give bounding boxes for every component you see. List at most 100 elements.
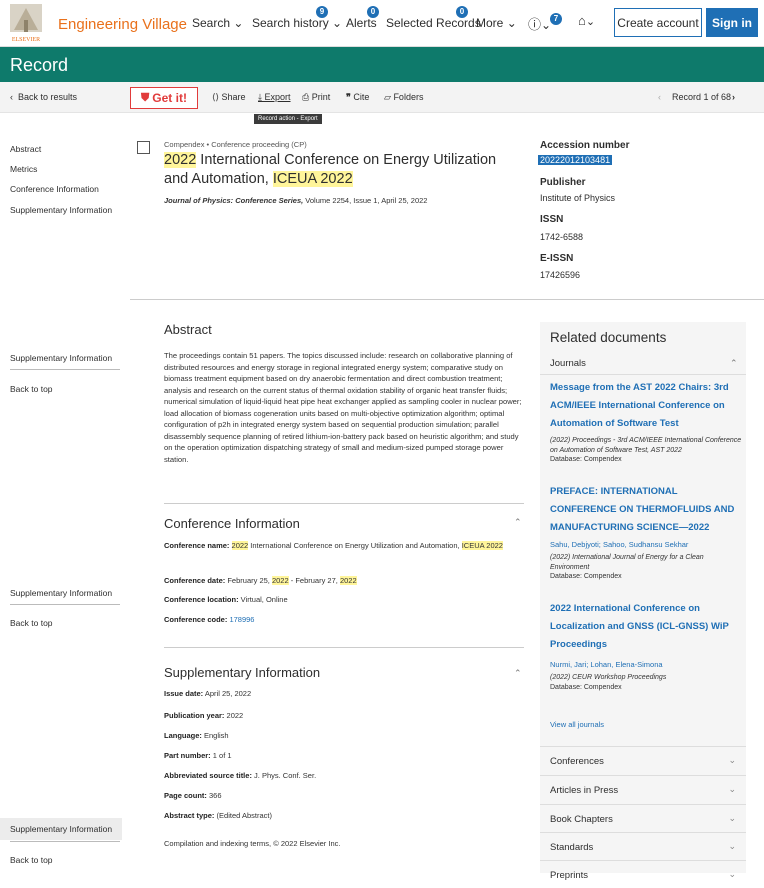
next-record-button[interactable]: › — [732, 92, 735, 102]
chevron-up-icon[interactable]: ⌃ — [514, 517, 522, 528]
conference-name-text: International Conference on Energy Utili… — [248, 541, 462, 550]
related-doc-title[interactable]: 2022 International Conference on Localiz… — [550, 600, 742, 654]
record-counter: Record 1 of 68 — [672, 92, 732, 102]
sidebar-item-supplementary-information[interactable]: Supplementary Information — [10, 205, 112, 215]
category-conferences[interactable]: Conferences ⌄ — [540, 746, 746, 774]
section-divider — [164, 647, 524, 648]
panel-divider — [540, 374, 746, 375]
conference-date-start: February 25, — [225, 576, 272, 585]
nav-search[interactable]: Search ⌄ — [192, 16, 243, 30]
supp-row-abstract-type: Abstract type: (Edited Abstract) — [164, 810, 524, 822]
conference-code-value[interactable]: 178996 — [229, 615, 254, 624]
title-highlight-acronym: ICEUA 2022 — [272, 171, 353, 187]
conference-code-field: Conference code: 178996 — [164, 614, 524, 626]
supp-value: 366 — [206, 791, 222, 800]
back-to-results-link[interactable]: ‹ Back to results — [10, 92, 77, 102]
section-divider — [130, 299, 764, 300]
cite-button[interactable]: ❞ Cite — [346, 92, 369, 103]
related-doc-info: (2022) Proceedings - 3rd ACM/IEEE Intern… — [550, 436, 744, 465]
supp-label: Issue date: — [164, 689, 204, 698]
accession-number-value[interactable]: 20222012103481 — [538, 155, 613, 165]
publisher-label: Publisher — [540, 177, 586, 188]
related-doc-authors[interactable]: Sahu, Debjyoti; Sahoo, Sudhansu Sekhar — [550, 540, 688, 549]
related-doc-db: Database: Compendex — [550, 683, 622, 691]
supp-value: English — [201, 731, 229, 740]
share-button[interactable]: ⟨⟩ Share — [212, 92, 246, 103]
related-doc-db: Database: Compendex — [550, 573, 622, 580]
sidebar-item-metrics[interactable]: Metrics — [10, 164, 37, 174]
issn-label: ISSN — [540, 214, 564, 225]
folders-button[interactable]: ▱ Folders — [384, 92, 423, 103]
svg-text:ELSEVIER: ELSEVIER — [12, 37, 40, 43]
supplementary-heading: Supplementary Information — [164, 665, 321, 680]
chevron-down-icon: ⌄ — [728, 784, 736, 794]
related-doc-title[interactable]: PREFACE: INTERNATIONAL CONFERENCE ON THE… — [550, 483, 742, 537]
print-label: Print — [311, 92, 331, 102]
brand-name[interactable]: Engineering Village — [58, 16, 187, 33]
supp-value: April 25, 2022 — [203, 689, 252, 698]
conference-location-field: Conference location: Virtual, Online — [164, 594, 524, 606]
category-preprints[interactable]: Preprints ⌄ — [540, 860, 746, 888]
back-to-top-link[interactable]: Back to top — [10, 618, 53, 628]
nav-search-history[interactable]: Search history ⌄ — [252, 16, 342, 30]
related-doc-info: (2022) CEUR Workshop Proceedings Database… — [550, 673, 744, 692]
institution-icon: ⌂ — [578, 13, 586, 28]
related-doc-source: (2022) Proceedings - 3rd ACM/IEEE Intern… — [550, 437, 742, 454]
export-button[interactable]: ⤓ Export — [258, 92, 291, 103]
supp-label: Part number: — [164, 751, 211, 760]
elsevier-logo[interactable]: ELSEVIER — [6, 2, 46, 44]
related-doc-authors[interactable]: Nurmi, Jari; Lohan, Elena-Simona — [550, 660, 663, 669]
shield-icon: ⛊ — [141, 91, 150, 104]
category-articles-in-press[interactable]: Articles in Press ⌄ — [540, 775, 746, 803]
back-to-top-link[interactable]: Back to top — [10, 855, 53, 865]
print-button[interactable]: ⎙ Print — [302, 92, 330, 103]
journals-section-toggle[interactable]: Journals — [550, 358, 586, 369]
view-all-journals-link[interactable]: View all journals — [550, 720, 604, 729]
previous-record-button[interactable]: ‹ — [658, 92, 661, 102]
page-header-bar: Record — [0, 47, 764, 82]
nav-search-label: Search — [192, 16, 231, 30]
category-label: Preprints — [550, 870, 589, 881]
related-doc-title[interactable]: Message from the AST 2022 Chairs: 3rd AC… — [550, 379, 742, 433]
sidebar-sticky-supplementary[interactable]: Supplementary Information — [10, 353, 112, 363]
nav-selected-records[interactable]: Selected Records — [386, 16, 481, 30]
category-label: Standards — [550, 842, 594, 853]
supp-label: Language: — [164, 731, 202, 740]
conference-name-hl-acronym: ICEUA 2022 — [461, 541, 503, 550]
nav-more[interactable]: More ⌄ — [476, 16, 517, 30]
sidebar-item-abstract[interactable]: Abstract — [10, 144, 41, 154]
get-it-label: Get it! — [152, 91, 187, 105]
sidebar-sticky-supplementary[interactable]: Supplementary Information — [10, 824, 112, 834]
supp-label: Abstract type: — [164, 811, 215, 820]
conference-date-hl1: 2022 — [271, 576, 289, 585]
supp-value: 2022 — [224, 711, 244, 720]
nav-alerts[interactable]: Alerts — [346, 16, 377, 30]
chevron-down-icon: ⌄ — [332, 16, 343, 30]
chevron-up-icon[interactable]: ⌃ — [514, 668, 522, 679]
supp-label: Abbreviated source title: — [164, 771, 252, 780]
sign-in-button[interactable]: Sign in — [706, 8, 758, 37]
category-standards[interactable]: Standards ⌄ — [540, 832, 746, 860]
eissn-value[interactable]: 17426596 — [540, 270, 580, 280]
share-icon: ⟨⟩ — [212, 92, 220, 102]
journal-details: Volume 2254, Issue 1, April 25, 2022 — [303, 196, 428, 205]
supp-row-part-number: Part number: 1 of 1 — [164, 750, 524, 762]
category-book-chapters[interactable]: Book Chapters ⌄ — [540, 804, 746, 832]
conference-date-end: - February 27, — [288, 576, 340, 585]
conference-name-field: Conference name: 2022 International Conf… — [164, 540, 524, 552]
get-it-button[interactable]: ⛊ Get it! — [130, 87, 198, 109]
help-menu[interactable]: ⓘ⌄ — [528, 14, 551, 33]
chevron-up-icon[interactable]: ⌃ — [730, 358, 738, 369]
chevron-left-icon: ‹ — [10, 92, 13, 102]
back-to-top-link[interactable]: Back to top — [10, 384, 53, 394]
institution-menu[interactable]: ⌂⌄ — [578, 13, 595, 28]
sidebar-item-conference-information[interactable]: Conference Information — [10, 184, 99, 194]
sidebar-sticky-supplementary[interactable]: Supplementary Information — [10, 588, 112, 598]
issn-value[interactable]: 1742-6588 — [540, 232, 583, 242]
create-account-button[interactable]: Create account — [614, 8, 702, 37]
supp-row-language: Language: English — [164, 730, 524, 742]
journal-name[interactable]: Journal of Physics: Conference Series, — [164, 196, 303, 205]
chevron-down-icon: ⌄ — [728, 841, 736, 851]
related-documents-panel: Related documents Journals ⌃ Message fro… — [540, 322, 746, 881]
select-record-checkbox[interactable] — [137, 141, 150, 154]
